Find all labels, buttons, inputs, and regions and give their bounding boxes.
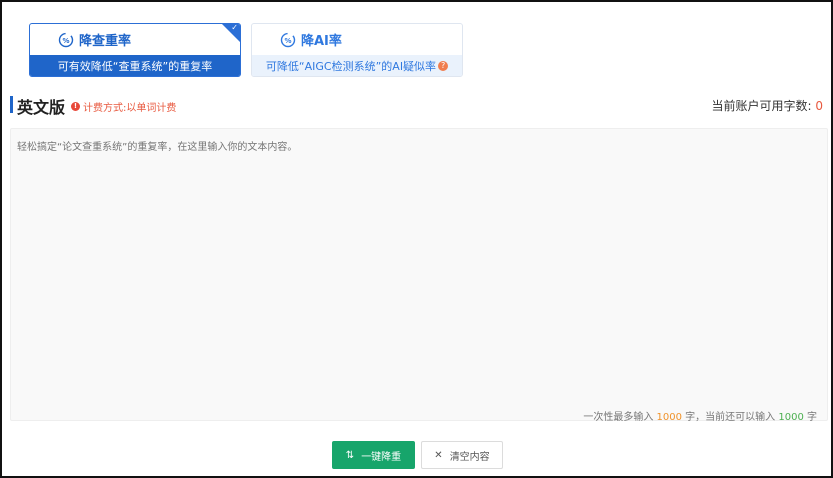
- counter-max: 1000: [656, 412, 682, 423]
- character-counter: 一次性最多输入 1000 字，当前还可以输入 1000 字: [583, 408, 817, 423]
- billing-note-text: 计费方式:以单词计费: [83, 103, 177, 114]
- counter-prefix: 一次性最多输入: [583, 412, 654, 423]
- mode-card-reduce-ai[interactable]: % 降AI率 可降低“AIGC检测系统”的AI疑似率 ?: [251, 23, 463, 77]
- text-input[interactable]: [10, 128, 828, 421]
- reduce-button-label: 一键降重: [361, 451, 402, 463]
- counter-mid: 字，当前还可以输入: [685, 412, 776, 423]
- mode-title: 降AI率: [301, 34, 342, 49]
- account-quota: 当前账户可用字数: 0: [711, 97, 823, 114]
- svg-text:%: %: [62, 37, 69, 45]
- refresh-percent-icon: %: [280, 32, 296, 47]
- mode-card-reduce-duplication[interactable]: % 降查重率 可有效降低“查重系统”的重复率 ✓: [29, 23, 241, 77]
- mode-title: 降查重率: [79, 34, 132, 49]
- refresh-percent-icon: %: [58, 32, 74, 47]
- check-icon: ✓: [231, 23, 238, 32]
- clear-button[interactable]: ✕ 清空内容: [421, 441, 503, 469]
- mode-card-header: % 降查重率: [30, 24, 240, 55]
- section-accent-bar: [10, 96, 13, 113]
- warning-icon: !: [71, 102, 80, 111]
- app-frame: % 降查重率 可有效降低“查重系统”的重复率 ✓ % 降AI率 可降低“AIGC…: [0, 0, 833, 478]
- mode-subtitle: 可降低“AIGC检测系统”的AI疑似率: [265, 60, 437, 73]
- counter-suffix: 字: [807, 412, 817, 423]
- close-icon: ✕: [434, 449, 443, 461]
- swap-arrows-icon: ⇅: [345, 449, 355, 461]
- section-title: 英文版: [17, 98, 66, 117]
- quota-label: 当前账户可用字数:: [711, 99, 812, 113]
- clear-button-label: 清空内容: [449, 451, 490, 463]
- counter-remaining: 1000: [778, 412, 804, 423]
- mode-subtitle-row: 可降低“AIGC检测系统”的AI疑似率 ?: [252, 55, 462, 76]
- mode-subtitle: 可有效降低“查重系统”的重复率: [30, 55, 240, 76]
- quota-value: 0: [815, 99, 823, 113]
- billing-note: ! 计费方式:以单词计费: [71, 99, 176, 114]
- reduce-button[interactable]: ⇅ 一键降重: [332, 441, 415, 469]
- svg-text:%: %: [284, 37, 291, 45]
- mode-card-header: % 降AI率: [252, 24, 462, 55]
- help-icon[interactable]: ?: [438, 61, 449, 71]
